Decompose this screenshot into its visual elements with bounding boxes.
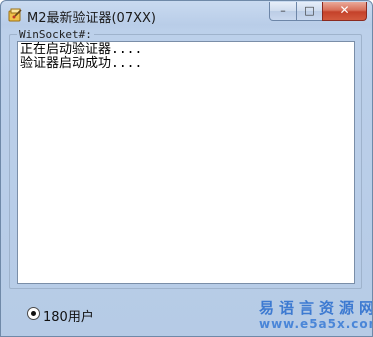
app-window: M2最新验证器(07XX) – □ ✕ WinSocket#: 正在启动验证器.… (0, 0, 373, 337)
winsocket-groupbox: WinSocket#: 正在启动验证器.... 验证器启动成功.... (9, 29, 362, 289)
radio-selected-dot (31, 311, 36, 316)
close-icon: ✕ (339, 3, 350, 17)
groupbox-label: WinSocket#: (17, 28, 94, 41)
log-line: 正在启动验证器.... (20, 42, 143, 57)
user-180-radio[interactable] (27, 307, 40, 320)
watermark-url: www.e5a5x.com (259, 317, 373, 331)
app-icon (7, 7, 23, 23)
maximize-button[interactable]: □ (296, 2, 323, 21)
watermark-text: 易语言资源网 (259, 299, 373, 317)
minimize-icon: – (280, 4, 286, 17)
window-title: M2最新验证器(07XX) (27, 11, 156, 26)
minimize-button[interactable]: – (269, 2, 297, 21)
user-180-radio-label[interactable]: 180用户 (43, 306, 94, 325)
maximize-icon: □ (304, 4, 315, 17)
log-line: 验证器启动成功.... (20, 56, 143, 71)
close-button[interactable]: ✕ (322, 2, 367, 21)
title-bar[interactable]: M2最新验证器(07XX) – □ ✕ (1, 1, 372, 30)
log-textarea[interactable]: 正在启动验证器.... 验证器启动成功.... (17, 41, 355, 284)
